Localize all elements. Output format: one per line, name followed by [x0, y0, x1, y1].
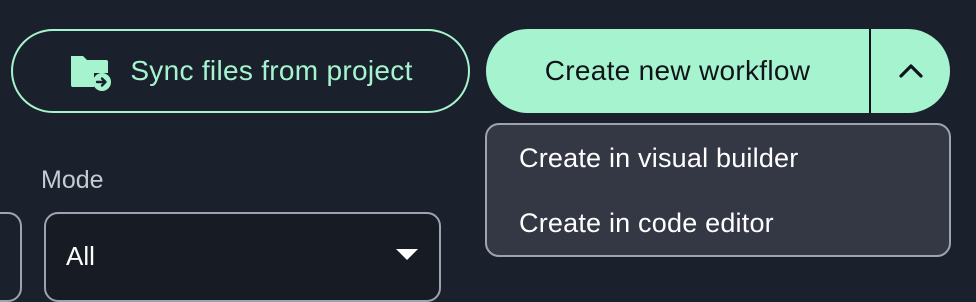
menu-item-visual-builder[interactable]: Create in visual builder	[519, 143, 798, 174]
create-new-workflow-label: Create new workflow	[544, 55, 811, 86]
mode-select[interactable]: All	[44, 212, 441, 302]
mode-filter-label: Mode	[41, 166, 104, 194]
create-workflow-menu: Create in visual builder Create in code …	[485, 123, 951, 257]
menu-item-code-editor[interactable]: Create in code editor	[519, 208, 774, 239]
create-menu-toggle[interactable]	[871, 29, 950, 113]
caret-down-icon	[396, 249, 418, 260]
folder-sync-icon	[68, 51, 112, 91]
create-workflow-split-button: Create new workflow	[486, 29, 950, 113]
mode-select-value: All	[66, 241, 95, 271]
partial-filter-field[interactable]	[0, 212, 22, 302]
sync-files-label: Sync files from project	[130, 55, 413, 86]
create-new-workflow-button[interactable]: Create new workflow	[486, 29, 869, 113]
sync-files-button[interactable]: Sync files from project	[11, 29, 470, 113]
chevron-up-icon	[898, 64, 923, 78]
